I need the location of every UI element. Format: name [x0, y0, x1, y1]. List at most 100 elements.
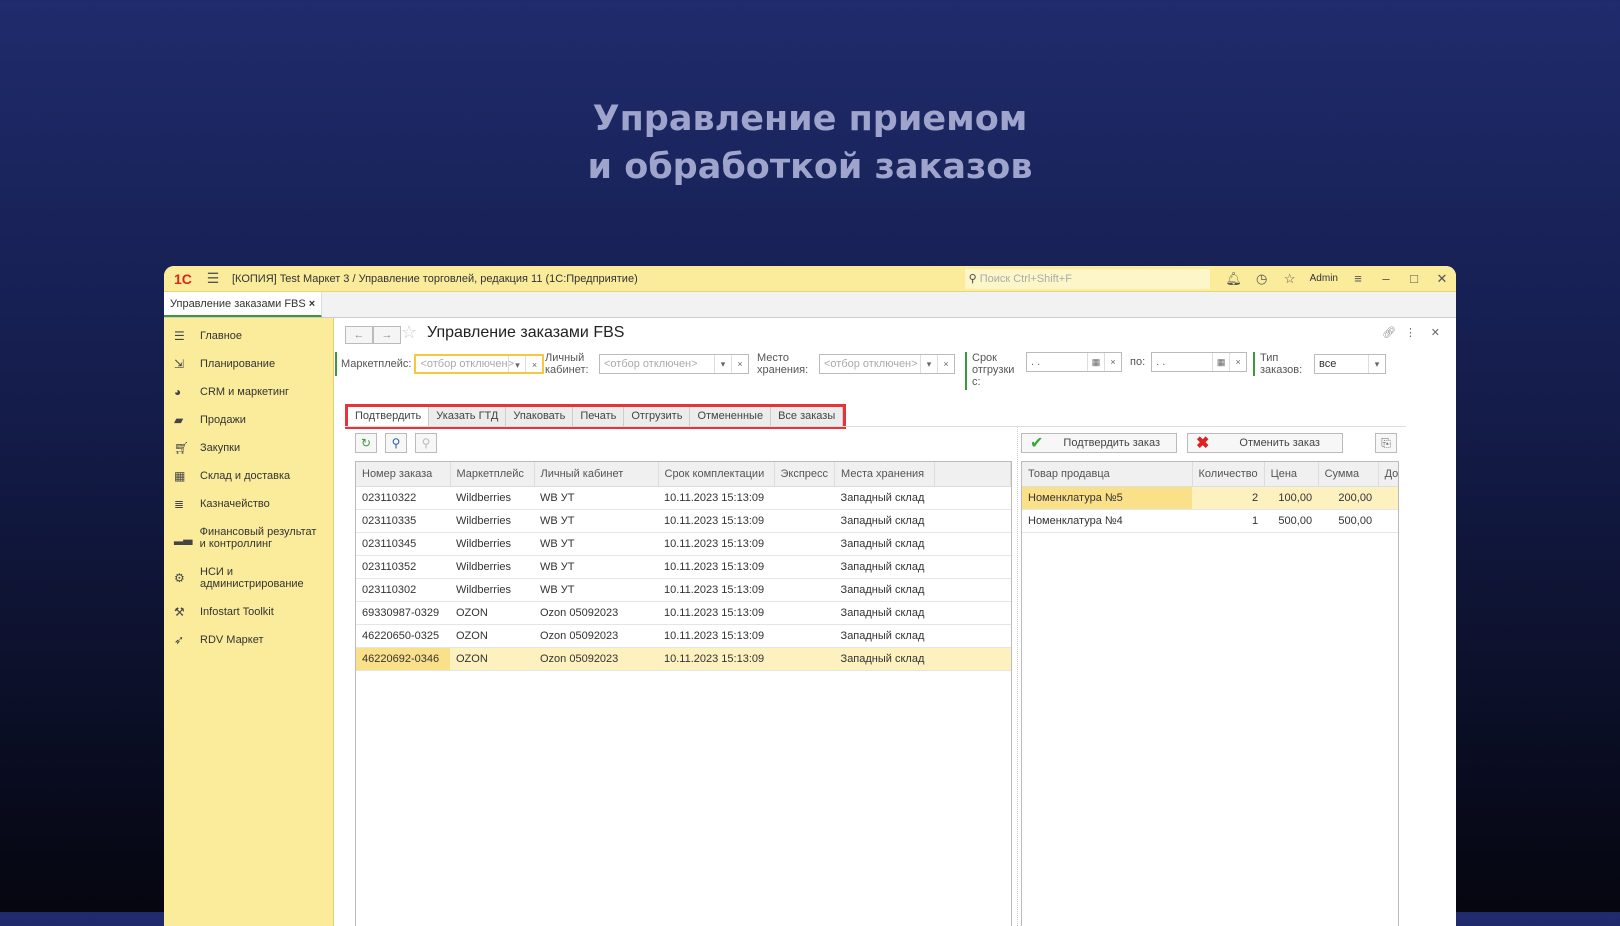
- table-row[interactable]: Номенклатура №5 2 100,00 200,00: [1022, 486, 1398, 510]
- sidebar-item-label: Закупки: [200, 442, 241, 454]
- column-header[interactable]: Места хранения: [834, 462, 936, 487]
- search-icon: ⚲: [968, 273, 977, 285]
- cancel-order-button[interactable]: ✖ Отменить заказ: [1187, 433, 1343, 453]
- marketplace-placeholder: <отбор отключен>: [420, 358, 515, 370]
- refresh-button[interactable]: ↻: [355, 433, 377, 453]
- sidebar-item-main[interactable]: ☰ Главное: [164, 322, 333, 350]
- calendar-icon[interactable]: ▦: [1087, 353, 1104, 371]
- table-row[interactable]: 46220650-0325 OZON Ozon 05092023 10.11.2023…: [356, 624, 1011, 648]
- sidebar: ☰ Главное ⇲ Планирование ◕ CRM и маркетинг …: [164, 318, 334, 926]
- user-name[interactable]: Admin: [1310, 273, 1338, 284]
- sidebar-item-planning[interactable]: ⇲ Планирование: [164, 350, 333, 378]
- column-header[interactable]: Срок комплектации: [658, 462, 775, 487]
- back-button[interactable]: ←: [345, 326, 373, 344]
- close-form-icon[interactable]: ✕: [1431, 326, 1440, 339]
- table-cell: [774, 555, 835, 579]
- history-icon[interactable]: ◷: [1248, 271, 1276, 287]
- tab-5[interactable]: Отмененные: [690, 407, 772, 426]
- column-header[interactable]: Маркетплейс: [450, 462, 535, 487]
- dropdown-icon[interactable]: ▾: [920, 355, 937, 373]
- clear-icon[interactable]: ×: [1104, 353, 1121, 371]
- table-row[interactable]: 023110352 Wildberries WB УТ 10.11.2023 15:1…: [356, 555, 1011, 579]
- close-window-icon[interactable]: ✕: [1428, 271, 1456, 287]
- column-header[interactable]: Сумма: [1318, 462, 1379, 487]
- order-type-select[interactable]: все ▾: [1314, 354, 1386, 374]
- column-header[interactable]: Номер заказа: [356, 462, 451, 487]
- menu-icon[interactable]: ☰: [202, 270, 224, 287]
- table-row[interactable]: 023110322 Wildberries WB УТ 10.11.2023 15:1…: [356, 486, 1011, 510]
- table-row[interactable]: 69330987-0329 OZON Ozon 05092023 10.11.2023…: [356, 601, 1011, 625]
- storage-filter[interactable]: <отбор отключен> ▾ ×: [819, 354, 955, 374]
- dropdown-icon[interactable]: ▾: [508, 356, 525, 372]
- ship-to-date[interactable]: . . ▦ ×: [1151, 352, 1248, 372]
- table-row[interactable]: 023110335 Wildberries WB УТ 10.11.2023 15:1…: [356, 509, 1011, 533]
- link-icon[interactable]: 🔗︎: [1382, 326, 1396, 339]
- sidebar-item-finance[interactable]: ▂▃ Финансовый результат и контроллинг: [164, 518, 333, 558]
- clear-icon[interactable]: ×: [937, 355, 954, 373]
- forward-button[interactable]: →: [373, 326, 401, 344]
- cart-icon: 🛒︎: [174, 441, 190, 455]
- favorite-star-icon[interactable]: ☆: [401, 322, 417, 343]
- column-header[interactable]: Экспресс: [774, 462, 836, 487]
- more-icon[interactable]: ⋮: [1405, 326, 1416, 339]
- tab-1[interactable]: Указать ГТД: [429, 407, 507, 426]
- table-cell: 10.11.2023 15:13:09: [658, 532, 774, 556]
- sidebar-item-crm[interactable]: ◕ CRM и маркетинг: [164, 378, 333, 406]
- tab-4[interactable]: Отгрузить: [624, 407, 691, 426]
- sidebar-item-infostart[interactable]: ⚒ Infostart Toolkit: [164, 598, 333, 626]
- column-header[interactable]: Цена: [1264, 462, 1319, 487]
- settings-icon[interactable]: ≡: [1344, 271, 1372, 286]
- tab-2[interactable]: Упаковать: [506, 407, 574, 426]
- table-cell: WB УТ: [534, 555, 658, 579]
- star-icon[interactable]: ☆: [1276, 271, 1304, 287]
- minimize-icon[interactable]: –: [1372, 271, 1400, 286]
- open-tab-orders-fbs[interactable]: Управление заказами FBS ×: [164, 292, 323, 317]
- sidebar-item-label: Склад и доставка: [200, 470, 291, 482]
- tab-0[interactable]: Подтвердить: [348, 407, 430, 426]
- confirm-order-button[interactable]: ✔ Подтвердить заказ: [1021, 433, 1177, 453]
- sidebar-item-purchases[interactable]: 🛒︎ Закупки: [164, 434, 333, 462]
- table-cell: [774, 647, 835, 671]
- marketplace-label: Маркетплейс:: [341, 358, 412, 370]
- table-cell: WB УТ: [534, 509, 658, 533]
- close-tab-icon[interactable]: ×: [309, 298, 315, 310]
- sidebar-item-warehouse[interactable]: ▦ Склад и доставка: [164, 462, 333, 490]
- table-row[interactable]: 023110302 Wildberries WB УТ 10.11.2023 15:1…: [356, 578, 1011, 602]
- sidebar-item-admin[interactable]: ⚙ НСИ и администрирование: [164, 558, 333, 598]
- sidebar-item-label: Infostart Toolkit: [200, 606, 274, 618]
- calendar-icon[interactable]: ▦: [1212, 353, 1229, 371]
- table-row[interactable]: 46220692-0346 OZON Ozon 05092023 10.11.2023…: [356, 647, 1011, 671]
- table-cell: [1378, 509, 1398, 533]
- search-button[interactable]: ⚲: [385, 433, 407, 453]
- sidebar-item-sales[interactable]: ▰ Продажи: [164, 406, 333, 434]
- marketplace-filter[interactable]: <отбор отключен> ▾ ×: [414, 354, 545, 374]
- table-row[interactable]: 023110345 Wildberries WB УТ 10.11.2023 15:1…: [356, 532, 1011, 556]
- bell-icon[interactable]: 🔔︎: [1220, 271, 1248, 287]
- dropdown-icon[interactable]: ▾: [1368, 355, 1385, 373]
- window-title: [КОПИЯ] Test Маркет 3 / Управление торго…: [232, 272, 638, 285]
- clear-search-button[interactable]: ⚲: [415, 433, 437, 453]
- ship-from-value: . .: [1031, 356, 1041, 368]
- dropdown-icon[interactable]: ▾: [714, 355, 731, 373]
- column-header[interactable]: Личный кабинет: [534, 462, 659, 487]
- column-header[interactable]: Товар продавца: [1022, 462, 1193, 487]
- sidebar-item-rdv[interactable]: ➶ RDV Маркет: [164, 626, 333, 654]
- table-cell: 023110352: [356, 555, 450, 579]
- sidebar-item-treasury[interactable]: ≣ Казначейство: [164, 490, 333, 518]
- clear-icon[interactable]: ×: [1229, 353, 1246, 371]
- table-cell: [774, 578, 835, 602]
- ship-from-date[interactable]: . . ▦ ×: [1026, 352, 1122, 372]
- tab-6[interactable]: Все заказы: [771, 407, 844, 426]
- tab-3[interactable]: Печать: [573, 407, 625, 426]
- cabinet-filter[interactable]: <отбор отключен> ▾ ×: [599, 354, 749, 374]
- column-header[interactable]: Дос: [1378, 462, 1398, 487]
- pie-icon: ◕: [174, 385, 182, 399]
- column-header[interactable]: Количество: [1192, 462, 1265, 487]
- export-button[interactable]: ⎘: [1375, 433, 1397, 453]
- maximize-icon[interactable]: □: [1400, 271, 1428, 286]
- clear-icon[interactable]: ×: [525, 356, 542, 372]
- table-row[interactable]: Номенклатура №4 1 500,00 500,00: [1022, 509, 1398, 533]
- cabinet-placeholder: <отбор отключен>: [604, 358, 698, 370]
- global-search-input[interactable]: ⚲ Поиск Ctrl+Shift+F: [964, 268, 1210, 289]
- clear-icon[interactable]: ×: [731, 355, 748, 373]
